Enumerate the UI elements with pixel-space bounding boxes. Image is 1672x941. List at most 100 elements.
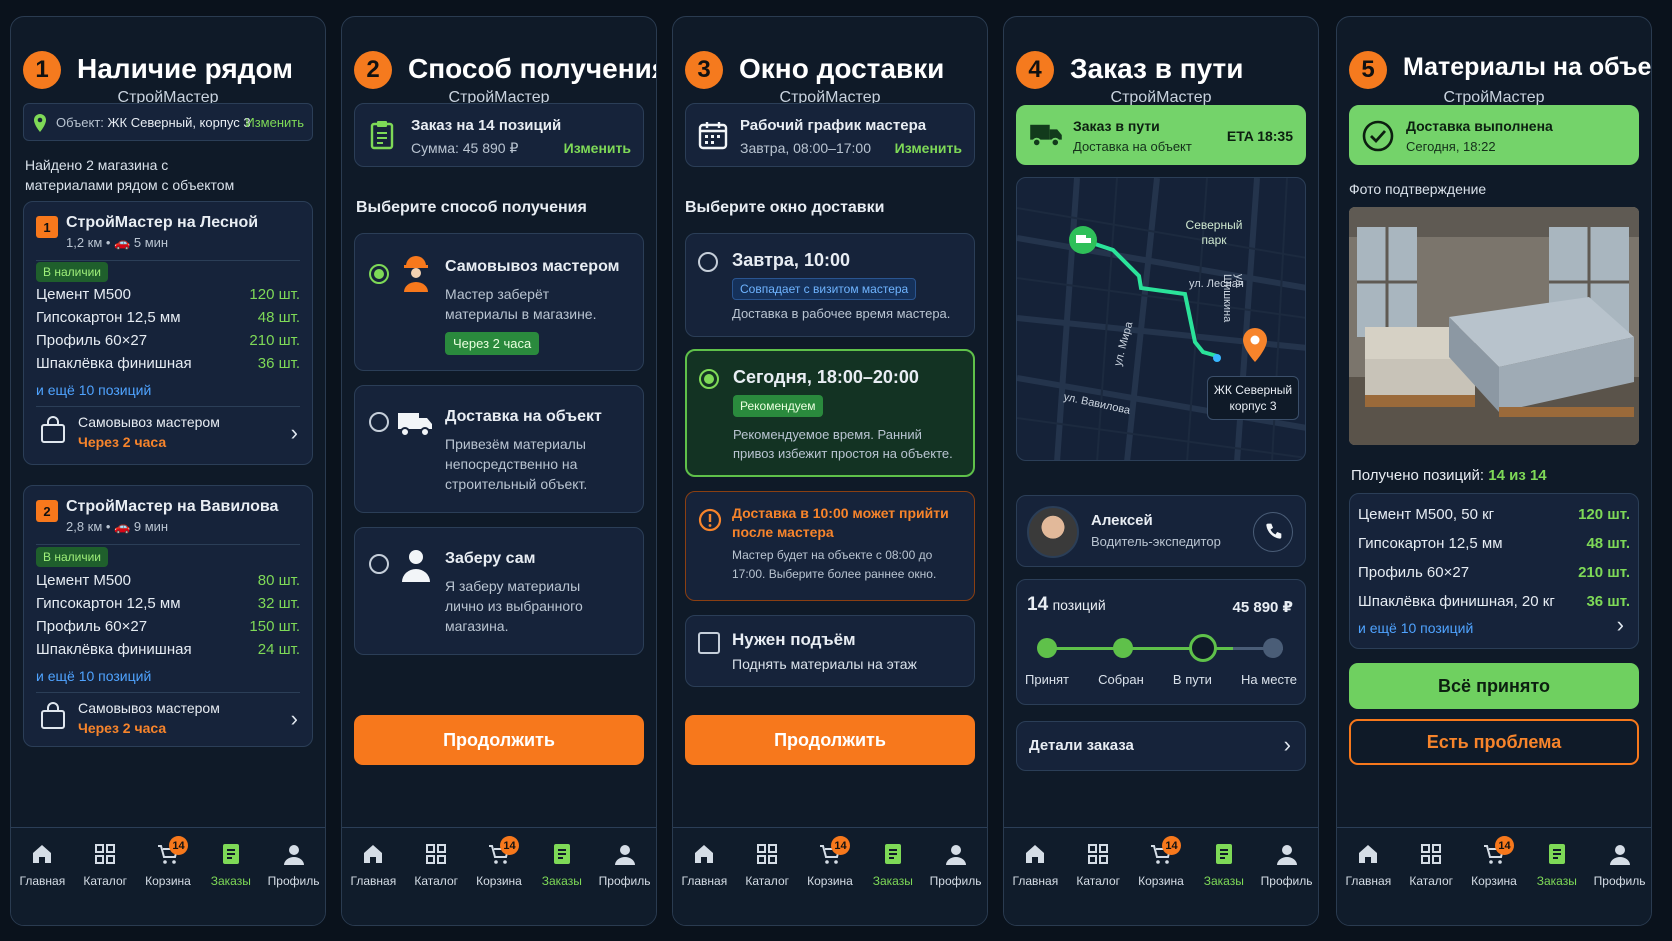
shopping-bag-icon [41,416,65,443]
option-card-master-pickup[interactable]: Самовывоз мастером Мастер заберёт матери… [354,233,644,371]
order-title: Заказ на 14 позиций [411,117,562,134]
nav-home[interactable]: Главная [1006,842,1064,925]
stock-row: Цемент М500 80 шт. [36,572,300,589]
lift-description: Поднять материалы на этаж [732,656,917,672]
order-details-row[interactable]: Детали заказа › [1016,721,1306,771]
radio-unselected[interactable] [369,412,389,432]
window-option-today[interactable]: Сегодня, 18:00–20:00 Рекомендуем Рекомен… [685,349,975,477]
chevron-right-icon[interactable]: › [291,420,298,446]
nav-profile[interactable]: Профиль [927,842,985,925]
nav-catalog[interactable]: Каталог [738,842,796,925]
change-order-link[interactable]: Изменить [564,140,631,156]
home-icon [695,845,714,863]
nav-catalog[interactable]: Каталог [407,842,465,925]
change-schedule-link[interactable]: Изменить [895,140,962,156]
accept-all-button[interactable]: Всё принято [1349,663,1639,709]
option-card-delivery[interactable]: Доставка на объект Привезём материалы не… [354,385,644,513]
nav-orders[interactable]: Заказы [1528,842,1586,925]
nav-catalog[interactable]: Каталог [76,842,134,925]
stock-row: Профиль 60×27 210 шт. [36,332,300,349]
report-problem-button[interactable]: Есть проблема [1349,719,1639,765]
continue-button[interactable]: Продолжить [354,715,644,765]
lift-option[interactable]: Нужен подъём Поднять материалы на этаж [685,615,975,687]
destination-label: ЖК Северный корпус 3 [1207,376,1299,420]
option-card-self-pickup[interactable]: Заберу сам Я заберу материалы лично из в… [354,527,644,655]
received-row: Профиль 60×27 210 шт. [1358,564,1630,581]
call-button[interactable] [1253,512,1293,552]
nav-profile[interactable]: Профиль [1258,842,1316,925]
nav-home[interactable]: Главная [13,842,71,925]
nav-cart[interactable]: Корзина 14 [1132,836,1190,925]
transit-status-title: Заказ в пути [1073,118,1160,134]
driver-card: Алексей Водитель-экспедитор [1016,495,1306,567]
profile-icon [945,845,966,865]
divider [36,406,300,407]
nav-orders[interactable]: Заказы [533,842,591,925]
home-icon [364,845,383,863]
radio-unselected[interactable] [369,554,389,574]
materials-photo-illustration [1349,207,1639,445]
store-distance: 2,8 км • 🚗 9 мин [66,519,169,534]
more-items-link[interactable]: и ещё 10 позиций [36,668,151,684]
change-object-link[interactable]: Изменить [245,115,304,130]
screen-delivery-method: 2 Способ получения СтройМастер Заказ на … [341,16,657,926]
lift-checkbox[interactable] [698,632,720,654]
stock-badge: В наличии [36,262,109,282]
grid-icon [95,844,116,864]
step-number: 4 [1016,51,1054,89]
profile-icon [283,845,304,865]
nav-profile[interactable]: Профиль [1591,842,1649,925]
nav-cart[interactable]: Корзина 14 [470,836,528,925]
stage: 1 Наличие рядом СтройМастер Объект: ЖК С… [0,0,1672,941]
radio-selected[interactable] [369,264,389,284]
cart-count-badge: 14 [168,836,188,855]
warning-icon [698,508,722,532]
option-title: Самовывоз мастером [445,258,620,275]
nav-catalog[interactable]: Каталог [1069,842,1127,925]
nav-orders[interactable]: Заказы [864,842,922,925]
nav-cart[interactable]: Корзина 14 [1465,836,1523,925]
more-items-link[interactable]: и ещё 10 позиций [1358,620,1473,636]
stock-row: Цемент М500 120 шт. [36,286,300,303]
nav-home[interactable]: Главная [675,842,733,925]
step-arrived-icon [1263,638,1283,658]
phone-icon [1266,523,1282,539]
header: 1 Наличие рядом СтройМастер [23,33,313,113]
window-option-tomorrow[interactable]: Завтра, 10:00 Совпадает с визитом мастер… [685,233,975,337]
lift-title: Нужен подъём [732,630,856,649]
delivered-banner: Доставка выполнена Сегодня, 18:22 [1349,105,1639,165]
radio-selected[interactable] [699,369,719,389]
nav-profile[interactable]: Профиль [596,842,654,925]
window-description: Доставка в рабочее время мастера. [732,306,951,321]
route-map[interactable]: Северный парк ул. Лесная ул. Вавилова ул… [1016,177,1306,461]
screen-delivery-window: 3 Окно доставки СтройМастер Рабочий граф… [672,16,988,926]
continue-button[interactable]: Продолжить [685,715,975,765]
nav-cart[interactable]: Корзина 14 [139,836,197,925]
items-count-label: позиций [1052,597,1106,613]
delivery-photo[interactable] [1349,207,1639,445]
received-row: Цемент М500, 50 кг 120 шт. [1358,506,1630,523]
nav-home[interactable]: Главная [1339,842,1397,925]
more-items-link[interactable]: и ещё 10 позиций [36,382,151,398]
stock-row: Шпаклёвка финишная 36 шт. [36,355,300,372]
stock-list: Цемент М500 80 шт. Гипсокартон 12,5 мм 32 … [36,572,300,658]
nav-cart[interactable]: Корзина 14 [801,836,859,925]
store-card[interactable]: 2 СтройМастер на Вавилова 2,8 км • 🚗 9 м… [23,485,313,747]
nav-orders[interactable]: Заказы [1195,842,1253,925]
step-number: 5 [1349,51,1387,89]
object-prefix: Объект: [56,115,104,130]
store-card[interactable]: 1 СтройМастер на Лесной 1,2 км • 🚗 5 мин… [23,201,313,465]
received-count: Получено позиций: 14 из 14 [1351,467,1547,484]
radio-unselected[interactable] [698,252,718,272]
step-number: 2 [354,51,392,89]
pickup-eta: Через 2 часа [78,720,167,736]
nav-catalog[interactable]: Каталог [1402,842,1460,925]
option-title: Заберу сам [445,550,536,567]
profile-icon [1609,845,1630,865]
store-name: СтройМастер на Лесной [66,214,259,231]
nav-home[interactable]: Главная [344,842,402,925]
chevron-right-icon[interactable]: › [291,706,298,732]
nav-profile[interactable]: Профиль [265,842,323,925]
nav-orders[interactable]: Заказы [202,842,260,925]
chevron-right-icon[interactable]: › [1617,612,1624,638]
